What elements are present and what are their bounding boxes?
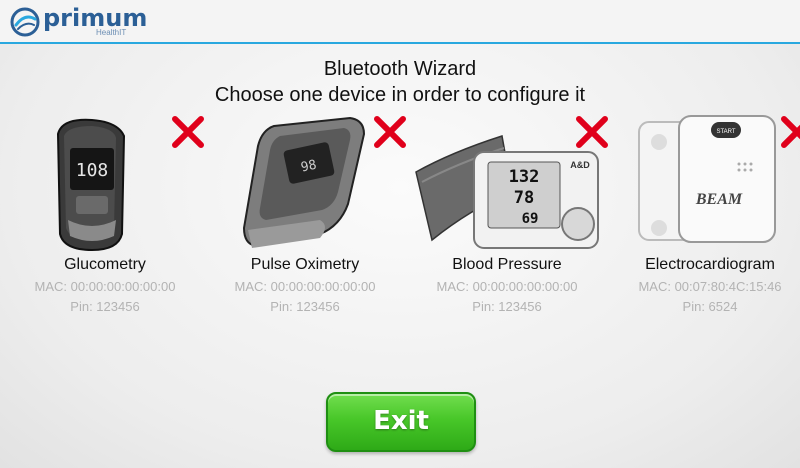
device-card-electrocardiogram[interactable]: START BEAM Electrocardiogram MAC: 00:07:… — [615, 112, 800, 322]
device-card-blood-pressure[interactable]: 132 78 69 A&D Blood Pressure MAC: 00:00:… — [412, 112, 608, 322]
device-mac: MAC: 00:00:00:00:00:00 — [34, 279, 176, 294]
remove-x-icon[interactable] — [777, 112, 800, 152]
wizard-subtitle: Choose one device in order to configure … — [214, 84, 586, 106]
bp-pulse: 69 — [522, 211, 539, 227]
device-card-glucometry[interactable]: 108 Glucometry MAC: 00:00:00:00:00:00 Pi… — [10, 112, 204, 322]
device-mac: MAC: 00:00:00:00:00:00 — [234, 279, 376, 294]
ecg-brand: BEAM — [695, 191, 743, 208]
remove-x-icon[interactable] — [572, 112, 612, 152]
remove-x-icon[interactable] — [168, 112, 208, 152]
device-name: Electrocardiogram — [645, 256, 775, 273]
svg-text:98: 98 — [300, 158, 318, 176]
device-pin: Pin: 123456 — [70, 299, 140, 314]
device-pin: Pin: 123456 — [472, 299, 542, 314]
exit-button[interactable]: Exit — [326, 392, 476, 452]
device-name: Glucometry — [64, 256, 146, 273]
bp-diastolic: 78 — [514, 188, 534, 208]
device-mac: MAC: 00:07:80:4C:15:46 — [638, 279, 782, 294]
wizard-heading: Bluetooth Wizard Choose one device in or… — [0, 56, 800, 108]
remove-x-icon[interactable] — [370, 112, 410, 152]
bp-systolic: 132 — [509, 167, 540, 187]
bp-brand: A&D — [570, 160, 590, 170]
logo-subtitle: HealthIT — [96, 28, 127, 37]
wizard-title: Bluetooth Wizard — [323, 58, 477, 80]
device-name: Pulse Oximetry — [250, 256, 360, 273]
ecg-device-icon: START BEAM — [638, 115, 776, 243]
device-pin: Pin: 123456 — [270, 299, 340, 314]
device-mac: MAC: 00:00:00:00:00:00 — [436, 279, 578, 294]
exit-label: Exit — [373, 406, 429, 436]
device-pin: Pin: 6524 — [682, 299, 738, 314]
glucometer-reading: 108 — [76, 160, 109, 181]
app-logo: primum HealthIT — [10, 4, 150, 40]
svg-text:START: START — [716, 129, 735, 135]
logo-swirl-icon — [10, 7, 40, 37]
device-card-pulse-oximetry[interactable]: 98 Pulse Oximetry MAC: 00:00:00:00:00:00… — [210, 112, 406, 322]
device-name: Blood Pressure — [452, 256, 562, 273]
top-bar: primum HealthIT — [0, 0, 800, 44]
